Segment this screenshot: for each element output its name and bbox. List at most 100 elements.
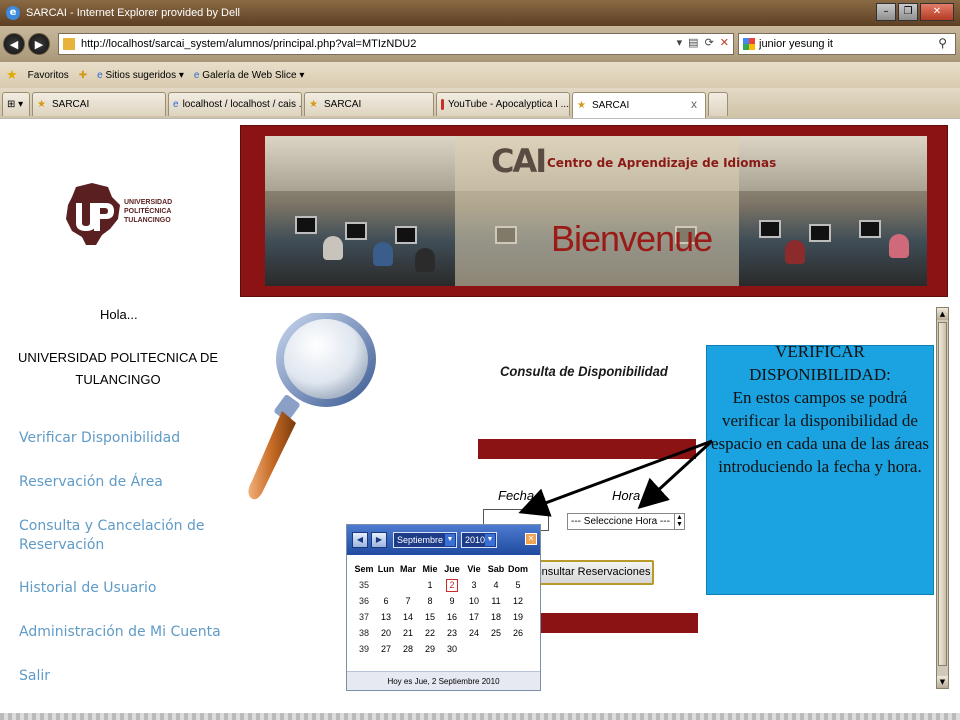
tab-label: YouTube - Apocalyptica I ... [447,99,569,110]
youtube-icon [441,99,444,110]
address-bar[interactable]: http://localhost/sarcai_system/alumnos/p… [58,33,734,55]
week-number: 37 [358,612,369,622]
favorites-star-icon[interactable]: ★ [6,67,18,83]
center-name: Centro de Aprendizaje de Idiomas [547,156,777,170]
calendar-day[interactable]: 25 [485,625,507,641]
forward-button[interactable]: ▶ [28,33,50,55]
quick-tabs-button[interactable]: ⊞ ▾ [2,92,30,116]
weekday-header: Mie [422,564,438,574]
tab-sarcai-2[interactable]: ★ SARCAI [304,92,434,116]
calendar-day[interactable]: 22 [419,625,441,641]
computer-lab-photo-left [265,136,455,286]
month-select[interactable]: Septiembre ▼ [393,532,457,548]
tab-sarcai-1[interactable]: ★ SARCAI [32,92,166,116]
calendar-day[interactable]: 7 [397,593,419,609]
vertical-scrollbar[interactable]: ▲ ▼ [936,307,949,689]
search-box[interactable]: junior yesung it ⚲ [738,33,956,55]
calendar-day[interactable]: 16 [441,609,463,625]
search-input[interactable]: junior yesung it [759,38,833,50]
search-icon[interactable]: ⚲ [938,36,947,50]
tab-label: localhost / localhost / cais ... [182,99,302,110]
stop-icon[interactable]: ✕ [720,36,729,49]
calendar-day [375,577,397,593]
address-url: http://localhost/sarcai_system/alumnos/p… [81,38,417,50]
calendar-day[interactable]: 21 [397,625,419,641]
calendar-day[interactable]: 23 [441,625,463,641]
nav-consulta-cancelacion[interactable]: Consulta y Cancelación de Reservación [19,517,229,555]
hora-select[interactable]: --- Seleccione Hora --- ▲ ▼ [567,513,685,530]
magnifying-glass-icon [248,313,376,500]
nav-salir[interactable]: Salir [19,667,229,686]
next-month-button[interactable]: ▶ [371,532,387,548]
tab-sarcai-active[interactable]: ★ SARCAI x [572,92,706,118]
calendar-close-button[interactable]: ✕ [525,533,537,545]
calendar-day[interactable]: 18 [485,609,507,625]
web-slice-link[interactable]: e Galería de Web Slice ▾ [194,70,304,81]
tab-ie-icon: e [173,99,179,110]
scroll-down-icon[interactable]: ▼ [937,676,948,688]
prev-month-button[interactable]: ◀ [352,532,368,548]
tab-youtube[interactable]: YouTube - Apocalyptica I ... [436,92,570,116]
calendar-day[interactable]: 24 [463,625,485,641]
compatibility-icon[interactable]: ▤ [688,36,698,49]
calendar-day[interactable]: 30 [441,641,463,657]
calendar-day[interactable]: 1 [419,577,441,593]
calendar-day[interactable]: 28 [397,641,419,657]
calendar-day[interactable]: 15 [419,609,441,625]
cai-logo: CAI [491,142,547,180]
calendar-day[interactable]: 2 [441,577,463,593]
scroll-up-icon[interactable]: ▲ [937,308,948,320]
dropdown-icon[interactable]: ▾ [677,36,683,49]
close-tab-icon[interactable]: x [691,97,697,111]
nav-verificar-disponibilidad[interactable]: Verificar Disponibilidad [19,429,229,448]
close-window-button[interactable]: ✕ [920,3,954,21]
calendar-day[interactable]: 5 [507,577,529,593]
calendar-day[interactable]: 12 [507,593,529,609]
week-number: 38 [358,628,369,638]
nav-historial-usuario[interactable]: Historial de Usuario [19,579,229,598]
calendar-day[interactable]: 10 [463,593,485,609]
calendar-day[interactable]: 26 [507,625,529,641]
add-favorite-icon[interactable]: ✚ [79,70,87,81]
calendar-day[interactable]: 17 [463,609,485,625]
logo-line-3: TULANCINGO [124,217,171,224]
calendar-day[interactable]: 4 [485,577,507,593]
calendar-day[interactable]: 29 [419,641,441,657]
suggested-sites-link[interactable]: e Sitios sugeridos ▾ [97,70,184,81]
user-name: UNIVERSIDAD POLITECNICA DE TULANCINGO [17,350,219,387]
maximize-button[interactable]: ❐ [898,3,918,21]
calendar-day[interactable]: 20 [375,625,397,641]
tab-favicon-icon: ★ [577,100,586,111]
calendar-day[interactable]: 11 [485,593,507,609]
back-button[interactable]: ◀ [3,33,25,55]
year-value: 2010 [465,535,486,545]
web-slice-icon: e [193,69,200,81]
minimize-button[interactable]: – [876,3,896,21]
calendar-day[interactable]: 13 [375,609,397,625]
calendar-day[interactable]: 14 [397,609,419,625]
scroll-thumb[interactable] [938,322,947,666]
window-title: SARCAI - Internet Explorer provided by D… [26,7,240,19]
nav-reservacion-area[interactable]: Reservación de Área [19,473,229,492]
new-tab-button[interactable] [708,92,728,116]
tab-label: SARCAI [52,99,90,110]
calendar-day[interactable]: 6 [375,593,397,609]
tab-label: SARCAI [324,99,362,110]
calendar-day[interactable]: 3 [463,577,485,593]
year-select[interactable]: 2010 ▼ [461,532,497,548]
week-number: 35 [358,580,369,590]
consultar-reservaciones-button[interactable]: Consultar Reservaciones [524,560,654,585]
favorites-button[interactable]: Favoritos [28,70,69,81]
calendar-day [463,641,485,657]
date-picker-popup: ◀ ▶ Septiembre ▼ 2010 ▼ ✕ Sem Lun Mar Mie Ju… [346,524,541,691]
calendar-day[interactable]: 27 [375,641,397,657]
ie-small-icon: e [97,69,103,81]
tab-localhost[interactable]: e localhost / localhost / cais ... [168,92,302,116]
calendar-day[interactable]: 9 [441,593,463,609]
calendar-day[interactable]: 8 [419,593,441,609]
nav-administracion-cuenta[interactable]: Administración de Mi Cuenta [19,623,229,642]
calendar-today-footer[interactable]: Hoy es Jue, 2 Septiembre 2010 [347,671,540,690]
calendar-week-row: 37 13 14 15 16 17 18 19 [353,609,529,625]
calendar-day[interactable]: 19 [507,609,529,625]
refresh-icon[interactable]: ⟳ [705,36,714,49]
